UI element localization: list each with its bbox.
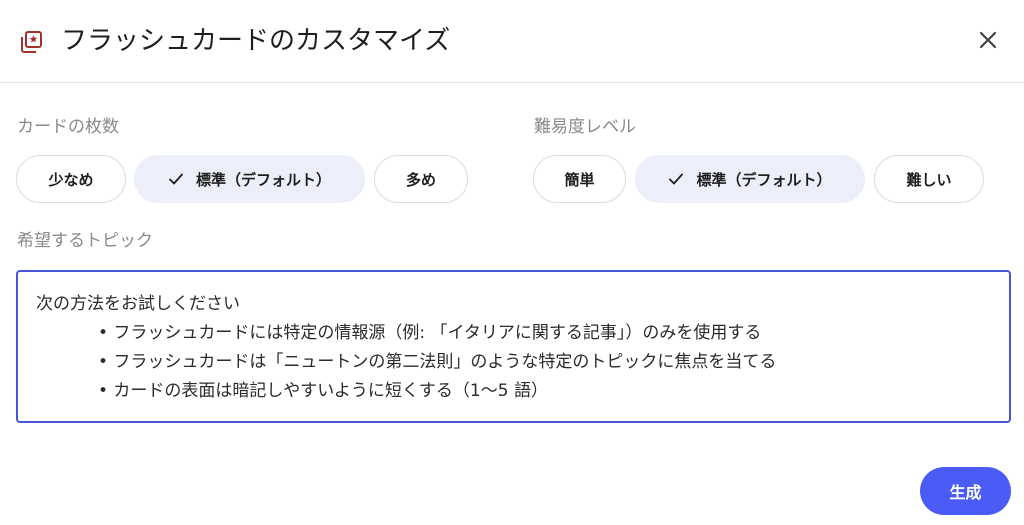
difficulty-label: 難易度レベル <box>534 117 636 137</box>
card-count-option-standard[interactable]: 標準（デフォルト） <box>134 155 365 203</box>
difficulty-option-easy[interactable]: 簡単 <box>533 155 626 203</box>
card-count-option-more[interactable]: 多め <box>374 155 468 203</box>
card-count-label: カードの枚数 <box>17 117 119 137</box>
check-icon <box>168 171 184 187</box>
check-icon <box>668 171 684 187</box>
close-icon <box>978 30 998 54</box>
difficulty-option-standard[interactable]: 標準（デフォルト） <box>635 155 865 203</box>
topic-hint-bullet: • フラッシュカードには特定の情報源（例: 「イタリアに関する記事」）のみを使用… <box>98 323 762 343</box>
generate-button[interactable]: 生成 <box>920 467 1011 515</box>
topic-hint-bullet: • カードの表面は暗記しやすいように短くする（1〜5 語） <box>98 381 548 401</box>
customize-flashcards-dialog: フラッシュカードのカスタマイズ カードの枚数 少なめ 標準（デフォルト） 多め … <box>0 0 1024 525</box>
topic-label: 希望するトピック <box>17 231 153 251</box>
dialog-header: フラッシュカードのカスタマイズ <box>0 0 1024 83</box>
close-button[interactable] <box>972 26 1004 58</box>
flashcard-icon <box>19 30 43 54</box>
dialog-title: フラッシュカードのカスタマイズ <box>61 26 451 56</box>
topic-hint-intro: 次の方法をお試しください <box>36 294 240 314</box>
topic-textarea[interactable]: 次の方法をお試しください • フラッシュカードには特定の情報源（例: 「イタリア… <box>16 270 1011 423</box>
topic-hint-bullet: • フラッシュカードは「ニュートンの第二法則」のような特定のトピックに焦点を当て… <box>98 352 777 372</box>
card-count-option-fewer[interactable]: 少なめ <box>16 155 126 203</box>
difficulty-option-hard[interactable]: 難しい <box>874 155 984 203</box>
